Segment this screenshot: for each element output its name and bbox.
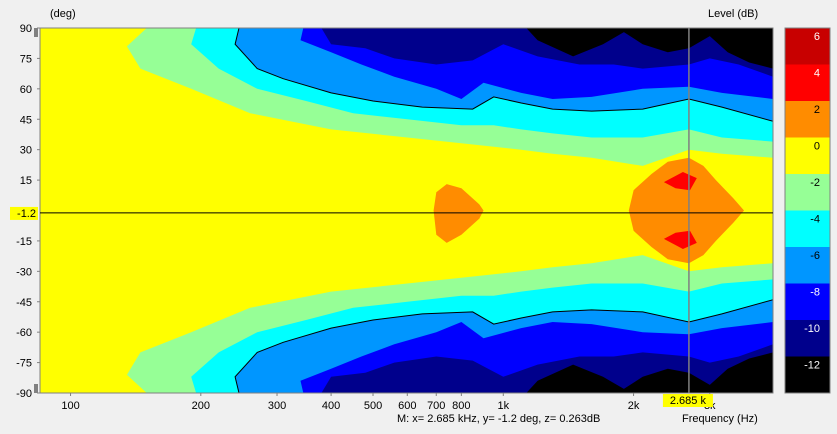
x-tick-label: 700 xyxy=(427,400,445,412)
x-tick-label: 400 xyxy=(322,400,340,412)
y-tick-label: -75 xyxy=(16,358,32,370)
y-tick-label: 15 xyxy=(20,175,32,187)
colorbar-title: Level (dB) xyxy=(708,8,758,20)
colorbar-swatch xyxy=(785,101,830,138)
cursor-x-label: 2.685 k xyxy=(670,395,707,407)
colorbar-tick-label: -8 xyxy=(810,287,820,299)
y-tick-label: 90 xyxy=(20,23,32,35)
cursor-readout: M: x= 2.685 kHz, y= -1.2 deg, z= 0.263dB xyxy=(397,413,600,425)
colorbar-swatch xyxy=(785,247,830,284)
y-tick-label: -60 xyxy=(16,327,32,339)
colorbar-tick-label: -12 xyxy=(804,360,820,372)
colorbar-swatch xyxy=(785,174,830,211)
colorbar-tick-label: -4 xyxy=(810,214,820,226)
x-tick-label: 200 xyxy=(192,400,210,412)
colorbar-swatch xyxy=(785,137,830,175)
y-tick-label: 45 xyxy=(20,114,32,126)
colorbar-tick-label: -2 xyxy=(810,177,820,189)
color-scale-bar: 6 4 2 0 -2 -4 -6 -8 -10 -12 xyxy=(784,27,831,394)
y-tick-label: 75 xyxy=(20,53,32,65)
x-tick-label: 800 xyxy=(452,400,470,412)
colorbar-tick-label: 2 xyxy=(814,104,820,116)
y-tick-label: -15 xyxy=(16,236,32,248)
y-tick-label: -30 xyxy=(16,266,32,278)
directivity-plot-window: 90 75 60 45 30 15 -15 -30 -45 -60 -75 -90 100 200 300… xyxy=(0,0,837,429)
x-tick-label: 100 xyxy=(61,400,79,412)
colorbar-swatch xyxy=(785,283,830,321)
colorbar-tick-label: 4 xyxy=(814,68,820,80)
colorbar-tick-label: 0 xyxy=(814,141,820,153)
y-tick-label: -90 xyxy=(16,388,32,400)
cursor-y-label: -1.2 xyxy=(17,208,36,220)
y-axis-title: (deg) xyxy=(50,8,76,20)
x-axis-title: Frequency (Hz) xyxy=(682,413,758,425)
x-tick-label: 300 xyxy=(268,400,286,412)
colorbar-swatch xyxy=(785,28,830,65)
y-tick-label: -45 xyxy=(16,297,32,309)
colorbar-swatch xyxy=(785,64,830,102)
colorbar-swatch xyxy=(785,210,830,248)
y-tick-label: 60 xyxy=(20,84,32,96)
y-tick-label: 30 xyxy=(20,145,32,157)
x-tick-label: 500 xyxy=(364,400,382,412)
directivity-contour-chart[interactable]: 907560453015-15-30-45-60-75-90 100 200 300… xyxy=(0,0,837,429)
contour-plot-area[interactable] xyxy=(40,23,778,398)
colorbar-tick-label: -10 xyxy=(804,323,820,335)
x-tick-label: 1k xyxy=(497,400,509,412)
x-tick-label: 600 xyxy=(398,400,416,412)
colorbar-tick-label: 6 xyxy=(814,31,820,43)
y-axis-bottom-handle[interactable] xyxy=(34,384,38,393)
colorbar-tick-label: -6 xyxy=(810,250,820,262)
y-axis-top-handle[interactable] xyxy=(34,28,38,37)
x-tick-label: 2k xyxy=(628,400,640,412)
